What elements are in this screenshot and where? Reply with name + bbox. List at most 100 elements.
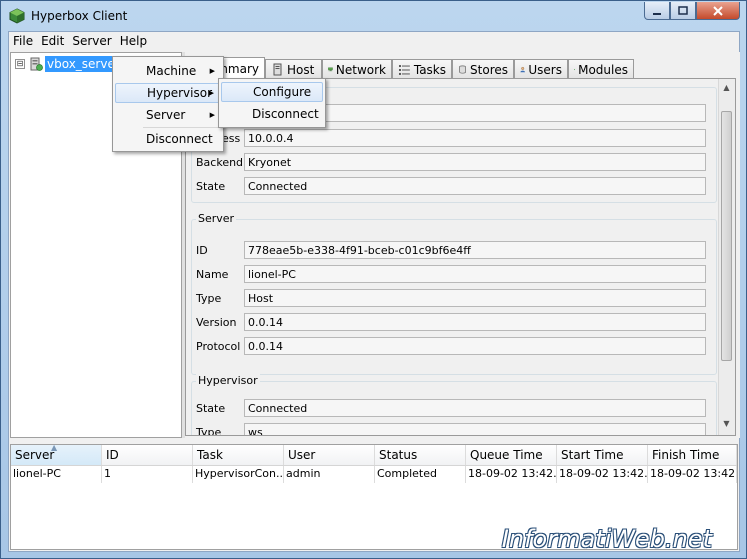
server-connected-icon bbox=[30, 57, 43, 71]
server-type-row: Type bbox=[196, 288, 242, 308]
submenu-configure-label: Configure bbox=[253, 85, 312, 99]
column-status-label: Status bbox=[379, 448, 418, 462]
context-menu-hypervisor-label: Hypervisor bbox=[147, 86, 213, 100]
server-context-menu: Machine ▶ Hypervisor ▶ Server ▶ Disconne… bbox=[112, 56, 224, 152]
server-protocol-label: Protocol bbox=[196, 339, 241, 353]
scroll-up-icon[interactable]: ▲ bbox=[721, 81, 732, 95]
maximize-button[interactable] bbox=[670, 2, 696, 20]
close-button[interactable] bbox=[696, 2, 740, 20]
backend-field: Kryonet bbox=[244, 153, 706, 171]
tab-users-label: Users bbox=[528, 62, 562, 77]
context-menu-server[interactable]: Server ▶ bbox=[115, 105, 221, 125]
column-queue-time[interactable]: Queue Time bbox=[466, 445, 557, 465]
connection-state-field: Connected bbox=[244, 177, 706, 195]
tab-bar: Summary Host Network Tasks Stores Users … bbox=[185, 57, 634, 79]
server-name-row: Name bbox=[196, 264, 242, 284]
modules-icon bbox=[574, 68, 575, 71]
backend-row: Backend bbox=[196, 152, 243, 172]
summary-scrollbar[interactable]: ▲ ▼ bbox=[718, 79, 735, 435]
stores-icon bbox=[459, 65, 466, 74]
cell-user: admin bbox=[284, 466, 375, 483]
scrollbar-thumb[interactable] bbox=[721, 111, 732, 361]
hypervisor-group-title: Hypervisor bbox=[196, 374, 260, 387]
server-version-label: Version bbox=[196, 315, 237, 329]
column-user-label: User bbox=[288, 448, 316, 462]
menu-bar: File Edit Server Help bbox=[9, 32, 739, 51]
hypervisor-state-label: State bbox=[196, 401, 226, 415]
hypervisor-type-field: ws bbox=[244, 423, 706, 435]
table-row[interactable]: lionel-PC 1 HypervisorCon... admin Compl… bbox=[11, 466, 737, 483]
server-name-label: Name bbox=[196, 267, 229, 281]
submenu-disconnect[interactable]: Disconnect bbox=[221, 104, 323, 124]
menu-file[interactable]: File bbox=[9, 32, 37, 51]
title-bar[interactable]: Hyperbox Client bbox=[1, 1, 746, 31]
cell-id: 1 bbox=[102, 466, 193, 483]
app-window: Hyperbox Client File Edit Server Help ⊟ bbox=[0, 0, 747, 559]
column-id[interactable]: ID bbox=[102, 445, 193, 465]
submenu-disconnect-label: Disconnect bbox=[252, 107, 319, 121]
column-task[interactable]: Task bbox=[193, 445, 284, 465]
address-field: 10.0.0.4 bbox=[244, 129, 706, 147]
tab-stores-label: Stores bbox=[470, 62, 508, 77]
hypervisor-type-row: Type bbox=[196, 422, 242, 436]
cell-server: lionel-PC bbox=[11, 466, 102, 483]
menu-separator bbox=[143, 127, 221, 128]
scroll-down-icon[interactable]: ▼ bbox=[721, 417, 732, 431]
minimize-button[interactable] bbox=[644, 2, 670, 20]
tab-network[interactable]: Network bbox=[322, 59, 392, 79]
tasks-icon bbox=[398, 65, 410, 75]
server-protocol-row: Protocol bbox=[196, 336, 242, 356]
tab-tasks[interactable]: Tasks bbox=[392, 59, 452, 79]
tree-item-label[interactable]: vbox_server bbox=[45, 56, 122, 72]
tab-network-label: Network bbox=[335, 62, 386, 77]
context-menu-machine[interactable]: Machine ▶ bbox=[115, 61, 221, 81]
minimize-icon bbox=[653, 12, 661, 15]
server-type-field: Host bbox=[244, 289, 706, 307]
maximize-icon bbox=[678, 5, 688, 15]
cell-task: HypervisorCon... bbox=[193, 466, 284, 483]
tree-item-vbox-server[interactable]: ⊟ vbox_server bbox=[15, 56, 122, 72]
column-id-label: ID bbox=[106, 448, 119, 462]
server-id-field: 778eae5b-e338-4f91-bceb-c01c9bf6e4ff bbox=[244, 241, 706, 259]
tab-stores[interactable]: Stores bbox=[452, 59, 514, 79]
tab-users[interactable]: Users bbox=[514, 59, 568, 79]
collapse-icon[interactable]: ⊟ bbox=[15, 59, 25, 69]
window-controls bbox=[644, 2, 740, 20]
submenu-configure[interactable]: Configure bbox=[221, 82, 323, 102]
column-finish-time-label: Finish Time bbox=[652, 448, 720, 462]
tab-host-label: Host bbox=[287, 62, 315, 77]
column-user[interactable]: User bbox=[284, 445, 375, 465]
connection-state-label: State bbox=[196, 179, 226, 193]
server-group-title: Server bbox=[196, 212, 237, 225]
column-start-time-label: Start Time bbox=[561, 448, 624, 462]
close-icon bbox=[713, 5, 723, 16]
column-server-label: Server bbox=[15, 448, 55, 462]
sort-ascending-icon: ▲ bbox=[51, 443, 58, 452]
server-id-label: ID bbox=[196, 243, 208, 257]
network-icon bbox=[328, 67, 333, 72]
server-type-label: Type bbox=[196, 291, 222, 305]
menu-edit[interactable]: Edit bbox=[37, 32, 68, 51]
server-version-field: 0.0.14 bbox=[244, 313, 706, 331]
column-start-time[interactable]: Start Time bbox=[557, 445, 648, 465]
tab-modules[interactable]: Modules bbox=[568, 59, 634, 79]
column-finish-time[interactable]: Finish Time bbox=[648, 445, 737, 465]
context-menu-disconnect-label: Disconnect bbox=[146, 132, 213, 146]
hypervisor-type-label: Type bbox=[196, 425, 222, 436]
column-queue-time-label: Queue Time bbox=[470, 448, 543, 462]
hypervisor-state-field: Connected bbox=[244, 399, 706, 417]
tab-tasks-label: Tasks bbox=[413, 62, 446, 77]
tab-modules-label: Modules bbox=[578, 62, 628, 77]
users-icon bbox=[520, 67, 525, 73]
context-menu-hypervisor[interactable]: Hypervisor ▶ bbox=[115, 83, 221, 103]
column-status[interactable]: Status bbox=[375, 445, 466, 465]
hypervisor-group: Hypervisor State Connected Type ws bbox=[191, 374, 717, 436]
submenu-arrow-icon: ▶ bbox=[209, 67, 215, 75]
column-server[interactable]: ▲ Server bbox=[11, 443, 102, 465]
menu-server[interactable]: Server bbox=[68, 32, 115, 51]
tab-host[interactable]: Host bbox=[265, 59, 322, 79]
menu-help[interactable]: Help bbox=[116, 32, 151, 51]
context-menu-disconnect[interactable]: Disconnect bbox=[115, 129, 221, 149]
summary-panel: ess 10.0.0.4 Backend Kryonet State Conne… bbox=[185, 78, 736, 436]
watermark: InformatiWeb.net bbox=[501, 525, 712, 553]
